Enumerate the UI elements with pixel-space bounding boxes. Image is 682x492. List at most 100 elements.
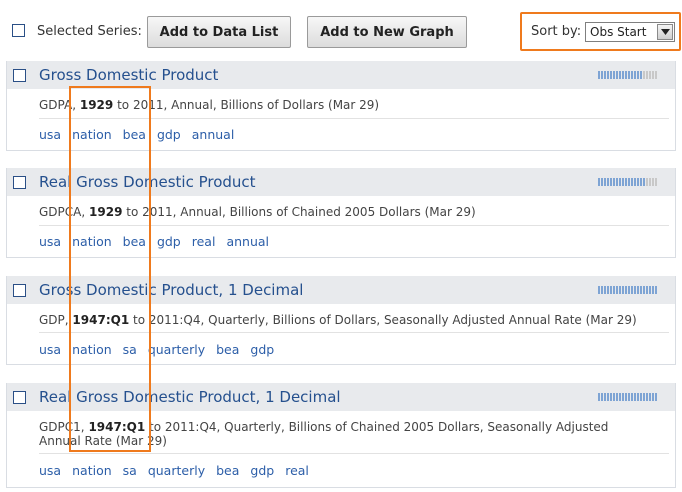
popularity-segment <box>637 178 639 186</box>
tag-link[interactable]: gdp <box>157 234 181 249</box>
popularity-segment <box>619 393 621 401</box>
popularity-segment <box>619 286 621 294</box>
series-title-link[interactable]: Real Gross Domestic Product, 1 Decimal <box>39 388 341 406</box>
popularity-segment <box>619 71 621 79</box>
series-obs-start: 1947:Q1 <box>88 420 146 434</box>
series-card: Gross Domestic Product GDPA, 1929 to 201… <box>6 61 676 151</box>
popularity-segment <box>652 286 654 294</box>
popularity-segment <box>607 393 609 401</box>
tag-link[interactable]: gdp <box>250 342 274 357</box>
popularity-segment <box>634 71 636 79</box>
popularity-segment <box>622 178 624 186</box>
tag-link[interactable]: bea <box>123 127 146 142</box>
series-id: GDPCA <box>39 205 82 219</box>
popularity-segment <box>601 71 603 79</box>
tag-link[interactable]: bea <box>216 342 239 357</box>
tag-link[interactable]: nation <box>72 127 112 142</box>
tag-link[interactable]: quarterly <box>148 342 205 357</box>
series-id: GDPC1 <box>39 420 81 434</box>
tag-link[interactable]: annual <box>226 234 269 249</box>
popularity-segment <box>655 71 657 79</box>
popularity-segment <box>604 178 606 186</box>
popularity-bar <box>598 71 657 79</box>
tag-link[interactable]: bea <box>123 234 146 249</box>
tag-link[interactable]: annual <box>192 127 235 142</box>
popularity-segment <box>646 286 648 294</box>
popularity-segment <box>634 286 636 294</box>
series-card-header: Gross Domestic Product, 1 Decimal <box>7 276 675 304</box>
popularity-segment <box>613 71 615 79</box>
add-to-data-list-button[interactable]: Add to Data List <box>147 16 291 48</box>
tag-link[interactable]: nation <box>72 234 112 249</box>
popularity-segment <box>637 393 639 401</box>
popularity-segment <box>601 178 603 186</box>
series-checkbox[interactable] <box>13 69 26 82</box>
series-id: GDP <box>39 313 65 327</box>
dropdown-arrow-icon[interactable] <box>657 24 673 40</box>
tag-link[interactable]: gdp <box>250 463 274 478</box>
card-divider <box>39 453 669 454</box>
popularity-segment <box>604 393 606 401</box>
popularity-segment <box>616 178 618 186</box>
tag-link[interactable]: nation <box>72 463 112 478</box>
popularity-segment <box>613 178 615 186</box>
series-checkbox[interactable] <box>13 284 26 297</box>
popularity-segment <box>604 286 606 294</box>
popularity-segment <box>622 71 624 79</box>
series-title-link[interactable]: Gross Domestic Product <box>39 66 218 84</box>
tag-link[interactable]: usa <box>39 127 61 142</box>
popularity-segment <box>625 286 627 294</box>
series-details: to 2011, Annual, Billions of Chained 200… <box>122 205 476 219</box>
tag-link[interactable]: usa <box>39 463 61 478</box>
popularity-segment <box>622 393 624 401</box>
series-meta: GDPA, 1929 to 2011, Annual, Billions of … <box>39 98 380 112</box>
series-meta: GDP, 1947:Q1 to 2011:Q4, Quarterly, Bill… <box>39 313 637 327</box>
series-obs-start: 1947:Q1 <box>72 313 130 327</box>
series-checkbox[interactable] <box>13 176 26 189</box>
popularity-segment <box>610 71 612 79</box>
tag-link[interactable]: sa <box>123 342 137 357</box>
popularity-bar <box>598 286 657 294</box>
tag-link[interactable]: gdp <box>157 127 181 142</box>
popularity-segment <box>598 286 600 294</box>
tag-link[interactable]: usa <box>39 342 61 357</box>
popularity-segment <box>640 286 642 294</box>
series-card-header: Gross Domestic Product <box>7 61 675 89</box>
series-card-header: Real Gross Domestic Product <box>7 168 675 196</box>
sort-by-select[interactable]: Obs Start <box>585 22 675 42</box>
popularity-segment <box>649 286 651 294</box>
popularity-segment <box>610 178 612 186</box>
series-obs-start: 1929 <box>79 98 114 112</box>
tag-link[interactable]: usa <box>39 234 61 249</box>
series-title-link[interactable]: Gross Domestic Product, 1 Decimal <box>39 281 303 299</box>
tag-link[interactable]: real <box>192 234 216 249</box>
series-tags: usa nation sa quarterly bea gdp real <box>39 463 320 478</box>
series-title-link[interactable]: Real Gross Domestic Product <box>39 173 256 191</box>
popularity-segment <box>643 178 645 186</box>
popularity-segment <box>631 286 633 294</box>
select-all-checkbox[interactable] <box>12 24 25 37</box>
card-divider <box>39 332 669 333</box>
popularity-segment <box>649 71 651 79</box>
popularity-segment <box>613 286 615 294</box>
popularity-segment <box>655 286 657 294</box>
series-card-header: Real Gross Domestic Product, 1 Decimal <box>7 383 675 411</box>
tag-link[interactable]: quarterly <box>148 463 205 478</box>
tag-link[interactable]: nation <box>72 342 112 357</box>
popularity-segment <box>646 71 648 79</box>
popularity-segment <box>640 71 642 79</box>
add-to-new-graph-button[interactable]: Add to New Graph <box>307 16 467 48</box>
popularity-segment <box>604 71 606 79</box>
tag-link[interactable]: real <box>285 463 309 478</box>
popularity-segment <box>652 393 654 401</box>
popularity-segment <box>649 393 651 401</box>
sort-by-label: Sort by: <box>531 24 582 39</box>
selected-series-label: Selected Series: <box>37 24 142 39</box>
popularity-segment <box>628 286 630 294</box>
popularity-segment <box>637 71 639 79</box>
popularity-segment <box>631 178 633 186</box>
series-checkbox[interactable] <box>13 391 26 404</box>
series-meta: GDPCA, 1929 to 2011, Annual, Billions of… <box>39 205 476 219</box>
tag-link[interactable]: sa <box>123 463 137 478</box>
tag-link[interactable]: bea <box>216 463 239 478</box>
